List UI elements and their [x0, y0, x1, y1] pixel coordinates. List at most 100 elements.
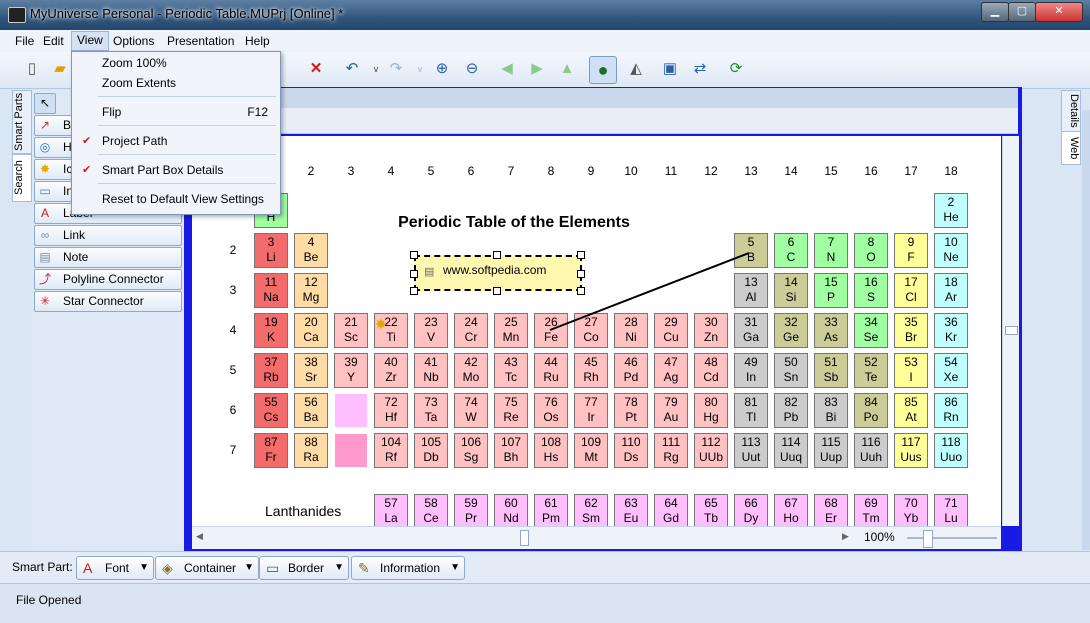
- flip-icon[interactable]: ◭: [626, 59, 646, 79]
- forward-icon[interactable]: ▶: [527, 59, 547, 79]
- smart-part-item[interactable]: ▤ Note: [34, 247, 182, 268]
- minimize-button[interactable]: ▁: [981, 2, 1009, 22]
- redo-dropdown-icon[interactable]: v: [410, 59, 430, 79]
- vertical-scroll-thumb[interactable]: [1005, 326, 1018, 335]
- star-connector-icon: ✳: [39, 294, 51, 308]
- star-burst-icon: ✸: [39, 162, 51, 176]
- note-box[interactable]: ▤ www.softpedia.com: [414, 255, 582, 291]
- smart-part-label: Link: [63, 228, 86, 242]
- layout-icon[interactable]: ⇄: [690, 59, 710, 79]
- view-menu-item[interactable]: Flip F12: [72, 101, 280, 123]
- view-menu-item-shortcut: F12: [247, 105, 268, 119]
- view-menu-item[interactable]: ✔ Project Path: [72, 130, 280, 152]
- view-menu-item-label: Zoom 100%: [102, 56, 167, 70]
- delete-icon[interactable]: ✕: [306, 59, 326, 79]
- smart-part-item[interactable]: ✳ Star Connector: [34, 291, 182, 312]
- status-text: File Opened: [16, 593, 82, 607]
- smart-part-label: Smart Part:: [12, 560, 73, 574]
- smart-part-label: Star Connector: [63, 294, 144, 308]
- status-bar: File Opened: [0, 583, 1090, 623]
- canvas-header: [190, 88, 1018, 108]
- fit-screen-icon[interactable]: ▣: [660, 59, 680, 79]
- view-menu-item-label: Smart Part Box Details: [102, 163, 224, 177]
- connector-line[interactable]: [192, 136, 1001, 526]
- smart-part-bar: Smart Part: A Font ▼ ◈ Container ▼ ▭ Border ▼ ✎ In…: [0, 551, 1090, 583]
- tab-web[interactable]: Web: [1061, 131, 1081, 165]
- hyperlink-icon: ◎: [39, 140, 51, 154]
- view-menu-item-label: Reset to Default View Settings: [102, 192, 264, 206]
- menu-help[interactable]: Help: [240, 33, 275, 49]
- scroll-right-icon[interactable]: ▶: [842, 531, 849, 542]
- undo-icon[interactable]: ↶: [342, 59, 362, 79]
- view-menu-item[interactable]: Zoom 100%: [72, 52, 280, 74]
- smart-part-border-button[interactable]: ▭ Border ▼: [259, 556, 349, 580]
- open-folder-icon[interactable]: ▰: [50, 59, 70, 79]
- view-menu-item-label: Project Path: [102, 134, 168, 148]
- smart-part-button-label: Font: [105, 561, 130, 575]
- checkmark-icon: ✔: [82, 164, 92, 176]
- globe-icon[interactable]: ●: [589, 56, 617, 84]
- chevron-down-icon: ▼: [450, 562, 460, 573]
- tab-details[interactable]: Details: [1061, 90, 1081, 132]
- box-icon: ◈: [162, 560, 173, 576]
- undo-dropdown-icon[interactable]: v: [366, 59, 386, 79]
- zoom-out-icon[interactable]: ⊖: [462, 59, 482, 79]
- app-icon: [8, 7, 26, 23]
- maximize-button[interactable]: ▢: [1008, 2, 1036, 22]
- new-file-icon[interactable]: ▯: [22, 59, 42, 79]
- view-menu-item[interactable]: ✔ Smart Part Box Details: [72, 159, 280, 181]
- chevron-down-icon: ▼: [244, 562, 254, 573]
- menu-options[interactable]: Options: [108, 33, 159, 49]
- zoom-slider-track[interactable]: [907, 537, 997, 539]
- horizontal-scrollbar[interactable]: ◀ ▶ 100%: [192, 526, 1001, 549]
- canvas[interactable]: 234567891011121314151617182345671H2He3Li…: [192, 136, 1001, 526]
- menu-view[interactable]: View: [71, 31, 109, 51]
- menu-presentation[interactable]: Presentation: [162, 33, 239, 49]
- note-icon: ▤: [424, 266, 435, 278]
- star-burst-icon: ✸: [375, 316, 387, 332]
- scroll-left-icon[interactable]: ◀: [196, 531, 203, 542]
- window-title: MyUniverse Personal - Periodic Table.MUP…: [30, 6, 344, 21]
- cursor-icon: ↖: [39, 96, 51, 110]
- smart-part-button-label: Border: [288, 561, 325, 575]
- menu-file[interactable]: File: [10, 33, 39, 49]
- smart-part-information-button[interactable]: ✎ Information ▼: [351, 556, 465, 580]
- menu-edit[interactable]: Edit: [38, 33, 69, 49]
- smart-part-font-button[interactable]: A Font ▼: [76, 556, 154, 580]
- vertical-scrollbar[interactable]: [1002, 136, 1019, 526]
- smart-part-item[interactable]: ∞ Link: [34, 225, 182, 246]
- zoom-level: 100%: [864, 530, 895, 544]
- tab-smart-parts[interactable]: Smart Parts: [12, 90, 32, 154]
- smart-part-label: Polyline Connector: [63, 272, 164, 286]
- close-button[interactable]: ✕: [1035, 2, 1083, 22]
- menu-separator: [98, 125, 276, 126]
- view-menu-item-label: Flip: [102, 105, 122, 119]
- up-icon[interactable]: ▲: [557, 59, 577, 79]
- canvas-path-bar: [190, 108, 1018, 134]
- image-icon: ▭: [39, 184, 51, 198]
- pointer-tool[interactable]: ↖: [34, 93, 56, 114]
- menu-separator: [98, 183, 276, 184]
- title-bar: MyUniverse Personal - Periodic Table.MUP…: [0, 0, 1090, 30]
- view-menu-item[interactable]: Zoom Extents: [72, 72, 280, 94]
- zoom-in-icon[interactable]: ⊕: [432, 59, 452, 79]
- smart-part-container-button[interactable]: ◈ Container ▼: [155, 556, 259, 580]
- smart-part-button-label: Information: [380, 561, 441, 575]
- bezier-connector-icon: ↗: [39, 118, 51, 132]
- redo-icon[interactable]: ↷: [386, 59, 406, 79]
- back-icon[interactable]: ◀: [497, 59, 517, 79]
- refresh-icon[interactable]: ⟳: [726, 59, 746, 79]
- smart-part-item[interactable]: ⤴ Polyline Connector: [34, 269, 182, 290]
- smart-part-label: B: [63, 118, 72, 132]
- tab-search[interactable]: Search: [12, 154, 32, 202]
- view-menu-item[interactable]: Reset to Default View Settings: [72, 188, 280, 210]
- smart-part-button-label: Container: [184, 561, 237, 575]
- checkmark-icon: ✔: [82, 135, 92, 147]
- chevron-down-icon: ▼: [139, 562, 149, 573]
- smart-part-label: Note: [63, 250, 89, 264]
- zoom-slider-thumb[interactable]: [923, 530, 933, 548]
- border-icon: ▭: [266, 560, 280, 576]
- view-menu-dropdown: Zoom 100% Zoom Extents Flip F12 ✔ Project Pat…: [71, 51, 281, 215]
- chevron-down-icon: ▼: [334, 562, 344, 573]
- horizontal-scroll-thumb[interactable]: [520, 530, 529, 546]
